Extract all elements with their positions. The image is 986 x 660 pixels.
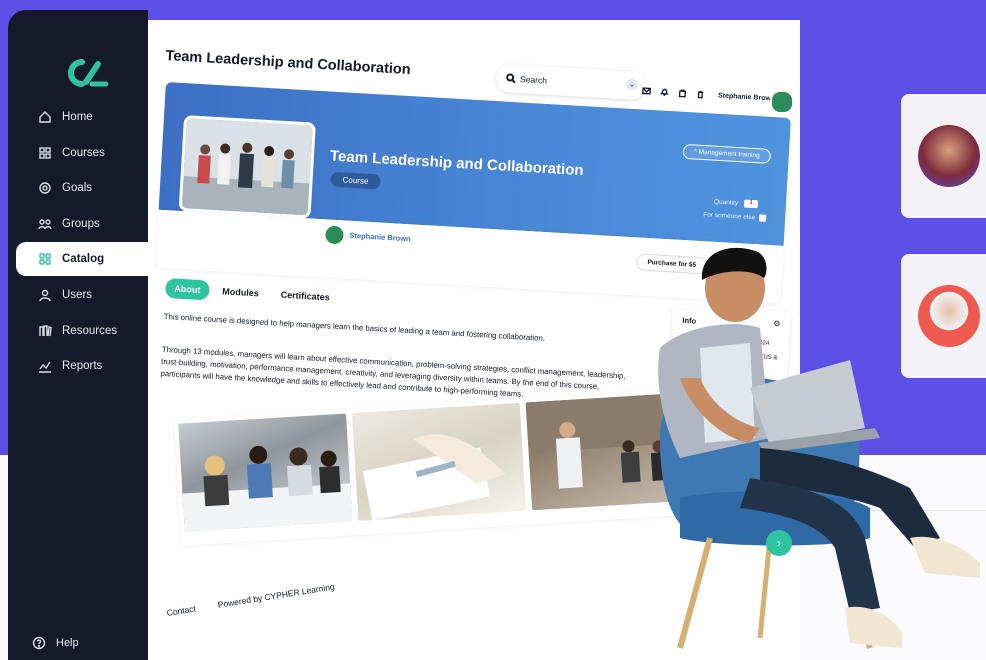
goals-icon (38, 181, 52, 195)
users-icon (38, 288, 52, 302)
testimonial-card (901, 94, 986, 218)
sidebar-item-home[interactable]: Home (16, 100, 154, 134)
info-date-end: 024 (759, 340, 770, 347)
tab-certificates[interactable]: Certificates (271, 284, 339, 308)
help-label: Help (56, 637, 79, 649)
user-name[interactable]: Stephanie Brown (718, 92, 775, 102)
sidebar-item-label: Users (62, 288, 93, 301)
resources-icon (38, 324, 52, 338)
info-date-start: Ju (681, 335, 688, 343)
sidebar-item-label: Courses (62, 146, 105, 159)
course-badge: Course (330, 171, 381, 190)
gallery-image-office[interactable] (525, 392, 700, 511)
sidebar-item-goals[interactable]: Goals (16, 171, 154, 205)
sidebar-item-courses[interactable]: Courses (16, 136, 154, 170)
reports-icon (38, 359, 52, 373)
gallery-image-writing[interactable] (351, 402, 527, 521)
powered-by: Powered by CYPHER Learning (217, 581, 336, 610)
help-icon (32, 636, 46, 650)
sidebar-item-groups[interactable]: Groups (16, 207, 154, 241)
mail-icon[interactable] (642, 86, 652, 96)
checkbox[interactable] (758, 214, 767, 222)
tab-modules[interactable]: Modules (213, 281, 269, 304)
sidebar-item-resources[interactable]: Resources (16, 314, 154, 348)
header-icons (642, 86, 705, 99)
search-icon (506, 73, 516, 84)
contact-link[interactable]: Contact (166, 603, 197, 617)
avatar (918, 125, 980, 187)
trash-icon[interactable] (696, 89, 706, 99)
quantity-label: Quantity (713, 198, 739, 207)
testimonial-card (901, 254, 986, 378)
sidebar-item-users[interactable]: Users (16, 278, 154, 312)
avatar (918, 285, 980, 347)
groups-icon (38, 217, 52, 231)
bell-icon[interactable] (660, 87, 670, 97)
sidebar-item-label: Catalog (62, 253, 105, 266)
page-title: Team Leadership and Collaboration (165, 48, 412, 79)
course-hero: Team Leadership and Collaboration Course… (155, 82, 791, 308)
settings-icon[interactable]: ⚙ (773, 319, 781, 328)
help-link[interactable]: Help (32, 636, 79, 650)
someone-else-checkbox[interactable]: For someone else (703, 211, 767, 222)
search-input[interactable]: Search ⌄ (495, 63, 647, 101)
sidebar-item-reports[interactable]: Reports (16, 349, 154, 383)
sidebar-nav: Home Courses Goals Groups Catalog Users … (16, 100, 154, 385)
info-timezone: n (US & (756, 354, 778, 362)
course-photo (178, 115, 316, 219)
sidebar-item-label: Home (62, 111, 93, 123)
cart-icon[interactable] (678, 88, 688, 98)
chevron-down-icon[interactable]: ⌄ (625, 78, 639, 91)
sidebar-item-label: Reports (62, 360, 103, 373)
quantity-field[interactable]: Quantity 1 (713, 198, 759, 209)
main-panel: Team Leadership and Collaboration Search… (148, 20, 800, 660)
tab-about[interactable]: About (164, 278, 210, 301)
catalog-icon (38, 252, 52, 266)
sidebar-item-label: Groups (62, 217, 100, 230)
category-tag-label: Management training (698, 148, 760, 160)
sidebar-item-catalog[interactable]: Catalog (16, 242, 154, 277)
brand-logo-icon[interactable] (66, 58, 110, 88)
image-gallery (174, 387, 709, 546)
info-title: Info (682, 315, 697, 326)
sidebar-item-label: Resources (62, 324, 117, 337)
gallery-image-team-meeting[interactable] (178, 413, 353, 532)
someone-else-label: For someone else (703, 211, 756, 222)
category-tag[interactable]: ^ Management training (682, 143, 772, 164)
avatar[interactable] (770, 90, 794, 114)
chevron-icon[interactable]: › (766, 530, 792, 556)
search-placeholder: Search (519, 74, 548, 86)
quantity-select[interactable]: 1 (743, 199, 759, 209)
footer: Contact Powered by CYPHER Learning (166, 578, 355, 617)
sidebar-item-label: Goals (62, 182, 93, 195)
sidebar: Home Courses Goals Groups Catalog Users … (8, 10, 154, 660)
home-icon (38, 110, 52, 124)
courses-icon (38, 146, 52, 160)
